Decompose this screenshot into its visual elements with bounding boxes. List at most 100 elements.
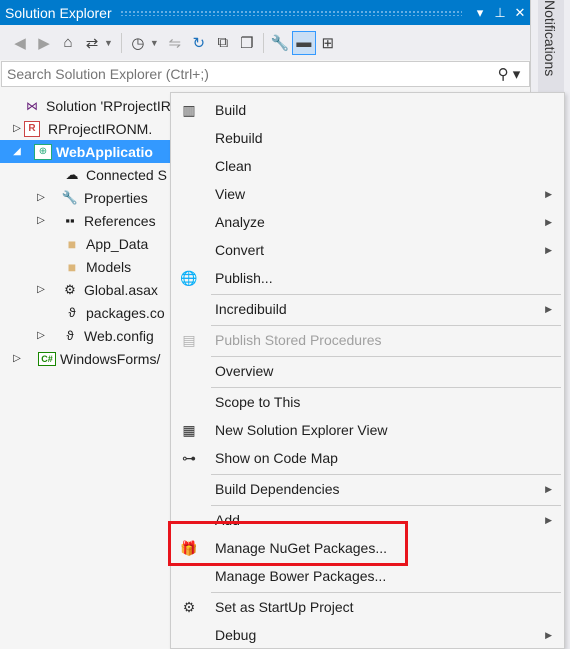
menu-item-build-dependencies[interactable]: Build Dependencies ▶	[171, 476, 564, 502]
code-map-icon: ⊶	[182, 449, 196, 466]
menu-item-new-solution-explorer-view[interactable]: ▦ New Solution Explorer View	[171, 417, 564, 443]
tree-item-label: Solution 'RProjectIR	[46, 97, 171, 114]
menu-separator	[211, 505, 561, 506]
tree-item-properties[interactable]: ▷ 🔧 Properties	[34, 186, 148, 209]
tree-item-packages-config[interactable]: ϑ packages.co	[62, 301, 165, 324]
tree-item-label: References	[84, 212, 156, 229]
highlight-annotation-box	[168, 521, 408, 566]
menu-item-scope-to-this[interactable]: Scope to This	[171, 389, 564, 415]
back-icon[interactable]: ◀	[8, 31, 32, 55]
database-publish-icon: ▤	[182, 331, 196, 348]
notifications-tab[interactable]: Notifications	[538, 0, 564, 100]
tree-item-label: Global.asax	[84, 281, 158, 298]
collapse-all-icon[interactable]: ⧉	[211, 31, 235, 55]
submenu-arrow-icon: ▶	[545, 188, 552, 199]
search-input[interactable]	[2, 66, 489, 82]
menu-item-convert[interactable]: Convert ▶	[171, 237, 564, 263]
forward-icon[interactable]: ▶	[32, 31, 56, 55]
csharp-project-icon: C#	[38, 351, 56, 366]
sync-icon[interactable]: ⇋	[163, 31, 187, 55]
tree-item-connected-services[interactable]: ☁ Connected S	[62, 163, 167, 186]
submenu-arrow-icon: ▶	[545, 483, 552, 494]
menu-item-view[interactable]: View ▶	[171, 181, 564, 207]
tree-item-label: WebApplicatio	[56, 143, 153, 160]
caret-down-icon[interactable]: ▾	[470, 5, 490, 21]
tree-item-references[interactable]: ▷ ▪▪ References	[34, 209, 156, 232]
tree-item-rproject[interactable]: ▷ R RProjectIRONM.	[10, 117, 152, 140]
menu-item-label: Convert	[215, 242, 265, 258]
menu-item-publish-stored-procedures: ▤ Publish Stored Procedures	[171, 327, 564, 353]
expand-arrow-icon[interactable]: ▷	[34, 215, 48, 226]
tree-item-label: App_Data	[86, 235, 149, 252]
menu-item-overview[interactable]: Overview	[171, 358, 564, 384]
tree-item-app-data[interactable]: ■ App_Data	[62, 232, 149, 255]
menu-item-manage-bower-packages[interactable]: Manage Bower Packages...	[171, 563, 564, 589]
window-title: Solution Explorer	[5, 4, 112, 21]
r-project-icon: R	[24, 120, 40, 137]
home-icon[interactable]: ⌂	[56, 31, 80, 55]
menu-item-label: Publish...	[215, 270, 273, 286]
menu-item-label: Overview	[215, 363, 274, 379]
expand-arrow-icon[interactable]: ▷	[10, 353, 24, 364]
menu-item-show-on-code-map[interactable]: ⊶ Show on Code Map	[171, 445, 564, 471]
search-icon[interactable]: ⚲ ▾	[489, 65, 529, 83]
refresh-icon[interactable]: ↻	[187, 31, 211, 55]
menu-item-publish[interactable]: 🌐 Publish...	[171, 265, 564, 291]
menu-item-label: Build	[215, 102, 247, 118]
pin-icon[interactable]: ⊥	[490, 5, 510, 21]
menu-item-rebuild[interactable]: Rebuild	[171, 125, 564, 151]
menu-separator	[211, 474, 561, 475]
expand-arrow-icon[interactable]: ▷	[34, 192, 48, 203]
submenu-arrow-icon: ▶	[545, 514, 552, 525]
cloud-icon: ☁	[65, 166, 79, 182]
menu-item-label: Show on Code Map	[215, 450, 338, 466]
tree-item-models[interactable]: ■ Models	[62, 255, 131, 278]
wrench-icon: 🔧	[61, 189, 79, 205]
menu-item-clean[interactable]: Clean	[171, 153, 564, 179]
menu-item-build[interactable]: ▥ Build	[171, 97, 564, 123]
menu-item-label: View	[215, 186, 246, 202]
menu-item-label: Build Dependencies	[215, 481, 340, 497]
caret-down-icon[interactable]: ▼	[150, 38, 159, 48]
title-grip[interactable]	[119, 9, 462, 16]
tree-item-global-asax[interactable]: ▷ ⚙ Global.asax	[34, 278, 158, 301]
close-icon[interactable]: ✕	[510, 5, 530, 21]
menu-item-label: Publish Stored Procedures	[215, 332, 382, 348]
tree-item-label: RProjectIRONM.	[48, 120, 153, 137]
switch-views-icon[interactable]: ⇄	[80, 31, 104, 55]
properties-icon[interactable]: 🔧	[268, 31, 292, 55]
expand-arrow-icon[interactable]: ▷	[34, 284, 48, 295]
folder-icon: ■	[67, 235, 77, 252]
tree-item-solution[interactable]: ⋈ Solution 'RProjectIR	[8, 94, 171, 117]
config-file-icon: ϑ	[66, 328, 74, 343]
expand-arrow-icon[interactable]: ▷	[10, 123, 24, 134]
menu-item-label: Clean	[215, 158, 252, 174]
caret-down-icon[interactable]: ▼	[104, 38, 113, 48]
expand-arrow-icon[interactable]: ▷	[34, 330, 48, 341]
tree-item-label: packages.co	[86, 304, 165, 321]
submenu-arrow-icon: ▶	[545, 216, 552, 227]
collapse-arrow-icon[interactable]: ◢	[10, 146, 24, 157]
menu-item-label: Debug	[215, 627, 257, 643]
menu-item-set-startup-project[interactable]: ⚙ Set as StartUp Project	[171, 594, 564, 620]
menu-item-incredibuild[interactable]: Incredibuild ▶	[171, 296, 564, 322]
tree-item-label: WindowsForms/	[60, 350, 161, 367]
menu-separator	[211, 592, 561, 593]
menu-item-analyze[interactable]: Analyze ▶	[171, 209, 564, 235]
notifications-label: Notifications	[542, 0, 558, 77]
build-icon: ▥	[182, 101, 196, 118]
pending-changes-filter-icon[interactable]: ◷	[126, 31, 150, 55]
menu-separator	[211, 387, 561, 388]
menu-item-debug[interactable]: Debug ▶	[171, 622, 564, 648]
class-view-icon[interactable]: ⊞	[316, 31, 340, 55]
submenu-arrow-icon: ▶	[545, 303, 552, 314]
submenu-arrow-icon: ▶	[545, 244, 552, 255]
preview-selected-icon[interactable]: ▬	[291, 30, 316, 55]
globe-icon: 🌐	[180, 269, 198, 286]
config-file-icon: ϑ	[68, 305, 76, 320]
tree-item-web-config[interactable]: ▷ ϑ Web.config	[34, 324, 154, 347]
settings-file-icon: ⚙	[64, 281, 76, 297]
search-box: ⚲ ▾	[1, 61, 530, 87]
show-all-files-icon[interactable]: ❐	[235, 31, 259, 55]
tree-item-windowsforms[interactable]: ▷ C# WindowsForms/	[10, 347, 160, 370]
